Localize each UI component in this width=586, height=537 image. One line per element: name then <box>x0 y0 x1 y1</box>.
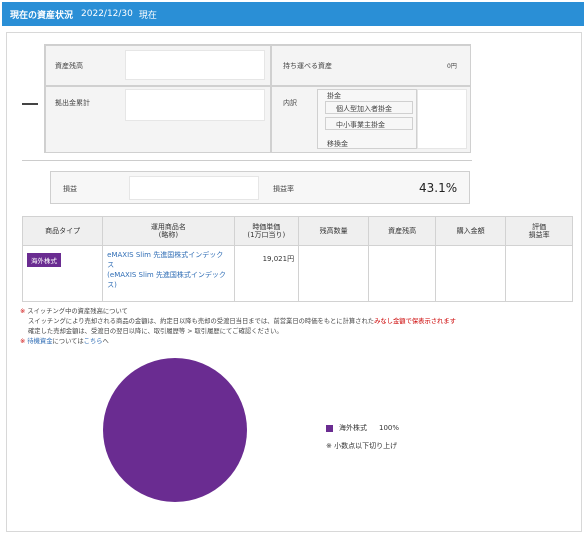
kakekin-label: 掛金 <box>327 92 341 100</box>
as-of-date: 2022/12/30 <box>81 9 133 19</box>
note-text-end: へ <box>102 338 109 345</box>
product-type-badge: 海外株式 <box>27 253 61 267</box>
cell-purchase <box>435 245 507 302</box>
col-header-profit-rate: 評価 損益率 <box>505 216 573 246</box>
note-title: スイッチング中の資産残高について <box>27 308 128 315</box>
pie-slice-海外株式 <box>103 358 247 502</box>
profit-rate-value: 43.1% <box>419 181 458 195</box>
holdings-table: 商品タイプ 運用商品名 (略称) 時価単価 (1万口当り) 残高数量 資産残高 … <box>21 216 573 302</box>
as-of-label: 現在 <box>138 10 157 21</box>
note-body-b: 確定した売却金額は、受渡日の翌日以降に、取引履歴等 > 取引履歴にてご確認くださ… <box>28 328 283 335</box>
cell-quantity <box>298 245 370 302</box>
note-body-a: スイッチングにより売却される商品の金額は、約定日以降も売却の受渡日当日までは、前… <box>28 318 375 325</box>
note-warning: みなし金額で保表示されます <box>374 318 456 325</box>
divider <box>22 160 472 161</box>
profit-label: 損益 <box>63 185 77 193</box>
asset-summary: 資産残高 持ち運べる資産 0円 拠出金累計 内訳 掛金 個人型加入者掛金 中小事… <box>44 44 471 153</box>
balance-value <box>125 50 265 80</box>
profit-rate-label: 損益率 <box>273 185 294 193</box>
cell-balance <box>368 245 437 302</box>
individual-label: 個人型加入者掛金 <box>336 105 392 113</box>
legend-label: 海外株式 <box>339 424 367 432</box>
col-header-price: 時価単価 (1万口当り) <box>233 216 300 246</box>
legend-footnote: ※ 小数点以下切り上げ <box>326 442 398 450</box>
table-header-row: 商品タイプ 運用商品名 (略称) 時価単価 (1万口当り) 残高数量 資産残高 … <box>21 216 573 246</box>
legend-swatch <box>326 424 333 432</box>
profit-value <box>129 176 259 200</box>
fund-name-link[interactable]: eMAXIS Slim 先進国株式インデックス (eMAXIS Slim 先進国… <box>107 251 226 289</box>
collapse-toggle-icon[interactable] <box>22 103 38 105</box>
breakdown-values <box>417 89 467 149</box>
unit-price: 19,021円 <box>262 255 295 263</box>
cell-price: 19,021円 <box>233 245 300 302</box>
breakdown-label: 内訳 <box>283 99 297 107</box>
transfer-label: 移換金 <box>327 140 348 148</box>
col-header-name: 運用商品名 (略称) <box>102 216 235 246</box>
chart-legend: 海外株式 100% ※ 小数点以下切り上げ <box>326 423 399 451</box>
portable-label: 持ち運べる資産 <box>283 62 332 70</box>
note-mark-2: ※ <box>20 338 26 345</box>
standby-funds-link[interactable]: 待機資金 <box>27 338 52 345</box>
page-header: 現在の資産状況 2022/12/30 現在 <box>2 2 584 26</box>
here-link[interactable]: こちら <box>84 338 103 345</box>
pie-svg <box>103 358 247 502</box>
notes: ※ スイッチング中の資産残高について スイッチングにより売却される商品の金額は、… <box>20 307 560 347</box>
contribution-label: 拠出金累計 <box>55 99 90 107</box>
portable-value: 0円 <box>447 63 457 70</box>
cell-type: 海外株式 <box>21 245 104 302</box>
col-header-type: 商品タイプ <box>21 216 104 246</box>
contribution-value <box>125 89 265 121</box>
col-header-quantity: 残高数量 <box>298 216 370 246</box>
balance-label: 資産残高 <box>55 62 83 70</box>
legend-value: 100% <box>379 424 400 432</box>
cell-profit-rate <box>505 245 573 302</box>
col-header-balance: 資産残高 <box>368 216 437 246</box>
col-header-purchase: 購入金額 <box>435 216 507 246</box>
page-title: 現在の資産状況 <box>10 10 74 21</box>
cell-name: eMAXIS Slim 先進国株式インデックス (eMAXIS Slim 先進国… <box>102 245 235 302</box>
note-text: については <box>52 338 84 345</box>
employer-label: 中小事業主掛金 <box>336 121 385 129</box>
legend-item: 海外株式 100% <box>326 423 399 433</box>
profit-summary: 損益 損益率 43.1% <box>50 171 470 204</box>
table-row: 海外株式 eMAXIS Slim 先進国株式インデックス (eMAXIS Sli… <box>21 245 573 302</box>
allocation-pie-chart <box>102 357 248 503</box>
note-mark: ※ <box>20 308 26 315</box>
